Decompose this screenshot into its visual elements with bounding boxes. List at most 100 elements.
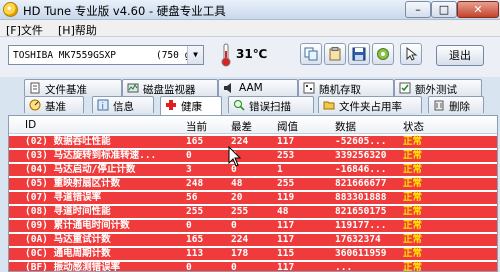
menu-file[interactable]: [F]文件 bbox=[6, 22, 43, 38]
tab-label: 随机存取 bbox=[319, 84, 361, 96]
tab-label: 信息 bbox=[113, 101, 134, 113]
cell-worst: 0 bbox=[231, 262, 237, 272]
speaker-icon bbox=[224, 83, 231, 93]
cell-current: 165 bbox=[186, 234, 204, 245]
header-id[interactable]: ID bbox=[25, 119, 36, 131]
erase-icon bbox=[434, 100, 444, 111]
cell-data: 821666677 bbox=[335, 178, 387, 189]
cell-status: 正常 bbox=[403, 192, 423, 203]
floppy-save-icon bbox=[352, 47, 366, 61]
tab-random-access[interactable]: 随机存取 bbox=[298, 79, 394, 96]
drive-select[interactable]: TOSHIBA MK7559GSXP (750 gB) ▼ bbox=[8, 45, 204, 65]
copy-info-button[interactable] bbox=[300, 43, 322, 65]
table-row[interactable]: (0A) 马达重试计数 165 224 117 17632374 正常 bbox=[9, 234, 497, 246]
tab-folder-usage[interactable]: 文件夹占用率 bbox=[318, 96, 422, 113]
magnifier-icon bbox=[234, 100, 245, 111]
tab-label: 额外测试 bbox=[415, 84, 457, 96]
tab-row-bottom: 基准 i 信息 健康 错误扫描 文件夹占用率 删除 bbox=[0, 96, 500, 115]
mouse-cursor-icon bbox=[228, 146, 242, 167]
tab-label: 磁盘监视器 bbox=[143, 84, 196, 96]
minimize-button[interactable]: – bbox=[405, 1, 431, 18]
tab-extra-tests[interactable]: 额外测试 bbox=[394, 79, 482, 96]
svg-text:i: i bbox=[102, 102, 105, 111]
settings-icon bbox=[377, 48, 389, 60]
header-status[interactable]: 状态 bbox=[403, 119, 424, 134]
cell-status: 正常 bbox=[403, 136, 423, 147]
temperature-readout: 31℃ bbox=[236, 47, 268, 61]
cell-current: 56 bbox=[186, 192, 198, 203]
cell-threshold: 1 bbox=[277, 164, 283, 175]
table-row[interactable]: (0C) 通电周期计数 113 178 115 360611959 正常 bbox=[9, 248, 497, 260]
pointer-icon bbox=[406, 47, 418, 61]
tab-disk-monitor[interactable]: 磁盘监视器 bbox=[122, 79, 218, 96]
cell-threshold: 115 bbox=[277, 248, 295, 259]
tab-health[interactable]: 健康 bbox=[160, 96, 222, 115]
cell-status: 正常 bbox=[403, 150, 423, 161]
cell-id: (03) 马达旋转到标准转速... bbox=[25, 150, 157, 161]
cell-status: 正常 bbox=[403, 234, 423, 245]
cell-data: 17632374 bbox=[335, 234, 381, 245]
tab-erase[interactable]: 删除 bbox=[428, 96, 484, 113]
cell-current: 165 bbox=[186, 136, 204, 147]
table-row[interactable]: (07) 寻道错误率 56 20 119 883301888 正常 bbox=[9, 192, 497, 204]
cell-data: 119177... bbox=[335, 220, 387, 231]
tab-file-benchmark[interactable]: 文件基准 bbox=[24, 79, 122, 96]
save-button[interactable] bbox=[348, 43, 370, 65]
tab-info[interactable]: i 信息 bbox=[92, 96, 154, 113]
maximize-button[interactable]: □ bbox=[431, 1, 457, 18]
tab-benchmark[interactable]: 基准 bbox=[24, 96, 84, 113]
cell-threshold: 117 bbox=[277, 136, 295, 147]
cell-current: 0 bbox=[186, 150, 192, 161]
smart-attributes-table[interactable]: ID 当前 最差 阈值 数据 状态 (02) 数据吞吐性能 165 224 117 -5… bbox=[8, 115, 498, 272]
table-row[interactable]: (04) 马达启动/停止计数 3 0 1 -16846... 正常 bbox=[9, 164, 497, 176]
cell-data: 339256320 bbox=[335, 150, 387, 161]
cell-data: 360611959 bbox=[335, 248, 387, 259]
health-cross-icon bbox=[166, 100, 176, 110]
tab-label: AAM bbox=[239, 82, 263, 94]
options-button[interactable] bbox=[372, 43, 394, 65]
menu-help[interactable]: [H]帮助 bbox=[58, 22, 97, 38]
table-row[interactable]: (BF) 振动感测错误率 0 0 117... 正常 bbox=[9, 262, 497, 272]
copy-text-button[interactable] bbox=[324, 43, 346, 65]
cell-data: -52605... bbox=[335, 136, 387, 147]
cell-id: (07) 寻道错误率 bbox=[25, 192, 102, 203]
table-row[interactable]: (03) 马达旋转到标准转速...00253339256320正常 bbox=[9, 150, 497, 162]
tab-error-scan[interactable]: 错误扫描 bbox=[228, 96, 314, 113]
cell-threshold: 48 bbox=[277, 206, 289, 217]
cell-threshold: 117 bbox=[277, 220, 295, 231]
chevron-down-icon[interactable]: ▼ bbox=[187, 46, 203, 64]
cell-threshold: 253 bbox=[277, 150, 295, 161]
cell-id: (BF) 振动感测错误率 bbox=[25, 262, 121, 272]
clipboard-icon bbox=[329, 47, 341, 61]
cell-data: -16846... bbox=[335, 164, 387, 175]
header-worst[interactable]: 最差 bbox=[231, 119, 252, 134]
benchmark-icon bbox=[29, 99, 41, 111]
info-icon: i bbox=[97, 99, 109, 111]
cell-status: 正常 bbox=[403, 178, 423, 189]
cell-worst: 255 bbox=[231, 206, 249, 217]
table-row[interactable]: (02) 数据吞吐性能 165 224 117 -52605... 正常 bbox=[9, 136, 497, 148]
cell-status: 正常 bbox=[403, 262, 423, 272]
cell-id: (02) 数据吞吐性能 bbox=[25, 136, 111, 147]
cell-threshold: 255 bbox=[277, 178, 295, 189]
cell-current: 113 bbox=[186, 248, 204, 259]
header-current[interactable]: 当前 bbox=[186, 119, 207, 134]
exit-button[interactable]: 退出 bbox=[436, 45, 484, 66]
cell-threshold: 117 bbox=[277, 234, 295, 245]
table-row[interactable]: (09) 累计通电时间计数 0 0 117 119177... 正常 bbox=[9, 220, 497, 232]
table-row[interactable]: (05) 重映射扇区计数 248 48 255 821666677 正常 bbox=[9, 178, 497, 190]
header-threshold[interactable]: 阈值 bbox=[277, 119, 298, 134]
cell-threshold: 119 bbox=[277, 192, 295, 203]
cell-data: 821650175 bbox=[335, 206, 387, 217]
table-row[interactable]: (08) 寻道时间性能 255 255 48 821650175 正常 bbox=[9, 206, 497, 218]
thermometer-icon bbox=[221, 43, 231, 67]
header-data[interactable]: 数据 bbox=[335, 119, 356, 134]
drive-select-value: TOSHIBA MK7559GSXP (750 gB) bbox=[13, 50, 202, 61]
tab-label: 基准 bbox=[45, 101, 66, 113]
cell-id: (0C) 通电周期计数 bbox=[25, 248, 111, 259]
tab-aam[interactable]: AAM bbox=[218, 79, 298, 96]
cell-status: 正常 bbox=[403, 248, 423, 259]
close-button[interactable]: ✕ bbox=[457, 1, 499, 18]
pointer-button[interactable] bbox=[400, 43, 422, 65]
cell-worst: 0 bbox=[231, 220, 237, 231]
